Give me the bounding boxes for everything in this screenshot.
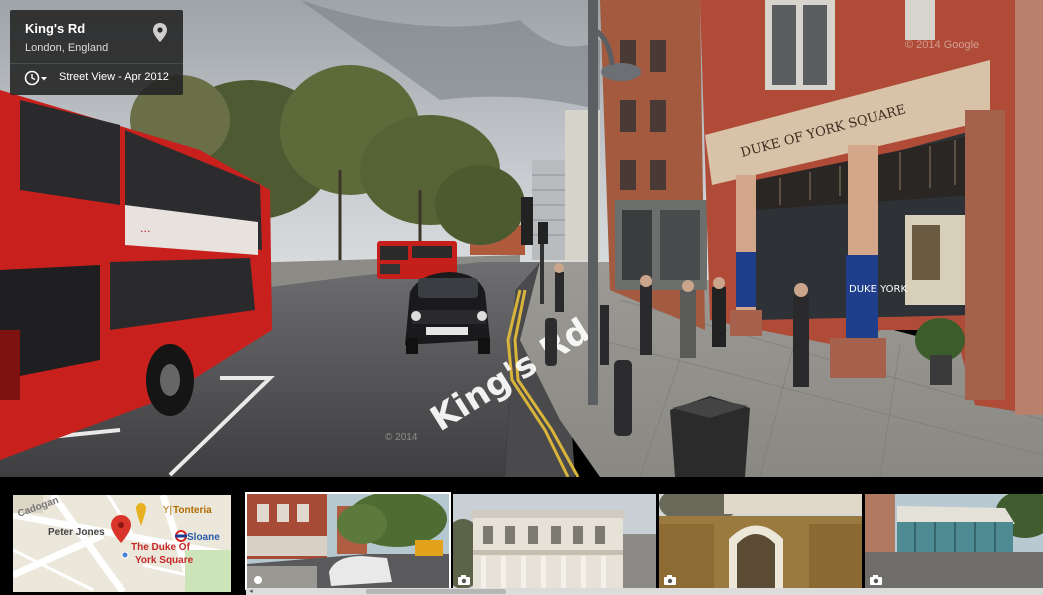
scrollbar-thumb[interactable] (366, 589, 506, 594)
map-label-tonteria: Tonteria (173, 505, 212, 516)
card-divider (10, 63, 183, 64)
map-label-sloane: Sloane (187, 532, 220, 543)
pillar-banner (846, 255, 878, 340)
thumbnail-street[interactable] (245, 492, 451, 590)
minimap[interactable]: Cadogan Peter Jones Sloane Tonteria Y| T… (13, 495, 231, 592)
capture-date[interactable]: Street View - Apr 2012 (59, 71, 169, 83)
brick-building (600, 0, 707, 330)
camera-icon (664, 575, 676, 585)
camera-icon (458, 575, 470, 585)
pegman-thumb-icon (254, 576, 262, 584)
svg-text:DUKE YORK: DUKE YORK (849, 284, 907, 295)
thumbnail-pavilion[interactable] (865, 494, 1043, 588)
litter-bin (670, 396, 750, 477)
clock-icon[interactable] (24, 69, 50, 87)
map-label-peter-jones: Peter Jones (48, 527, 105, 538)
photo-strip-scrollbar[interactable]: ◂ (246, 588, 1043, 595)
photo-strip: Cadogan Peter Jones Sloane Tonteria Y| T… (0, 477, 1043, 595)
thumbnail-building[interactable] (453, 494, 656, 588)
location-info-card: King's Rd London, England Street View - … (10, 10, 183, 95)
camera-icon (870, 575, 882, 585)
google-watermark: © 2014 Google (905, 39, 979, 51)
svg-text:Y|: Y| (162, 505, 172, 516)
map-label-destination: The Duke Of (131, 542, 191, 553)
thumbnail-archway[interactable] (659, 494, 862, 588)
place-subtitle: London, England (25, 42, 109, 54)
pin-icon[interactable] (153, 23, 167, 42)
svg-text:...: ... (140, 222, 151, 235)
scroll-left-arrow-icon[interactable]: ◂ (246, 588, 256, 595)
place-title[interactable]: King's Rd (25, 21, 85, 36)
svg-text:York Square: York Square (135, 555, 194, 566)
road-watermark: © 2014 (385, 432, 418, 443)
